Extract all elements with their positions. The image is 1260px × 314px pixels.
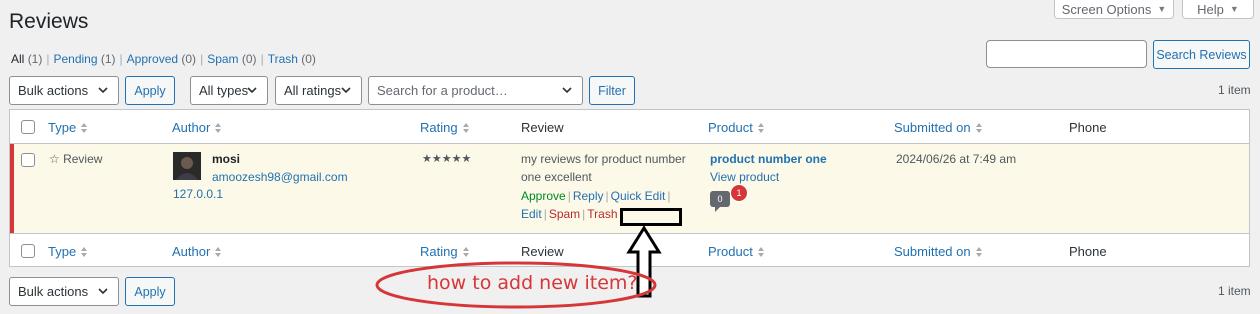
column-product[interactable]: Product (708, 120, 765, 135)
trash-link[interactable]: Trash (587, 207, 617, 221)
column-rating[interactable]: Rating (420, 120, 470, 135)
pending-count-badge: 1 (730, 184, 748, 202)
sort-icon (81, 122, 88, 133)
bulk-actions-select-bottom[interactable]: Bulk actions (9, 277, 119, 306)
author-ip-link[interactable]: 127.0.0.1 (173, 185, 223, 203)
type-filter-select[interactable]: All types (190, 76, 268, 105)
column-review: Review (521, 120, 564, 135)
approved-count-bubble[interactable]: 0 (710, 191, 730, 212)
view-trash[interactable]: Trash (0) (268, 52, 316, 66)
review-text-line2: one excellent (521, 170, 592, 184)
bulk-actions-value: Bulk actions (18, 284, 89, 299)
column-phone: Phone (1069, 120, 1107, 135)
page-title: Reviews (9, 10, 89, 33)
view-pending[interactable]: Pending (1) (53, 52, 115, 66)
product-search-placeholder: Search for a product… (377, 83, 508, 98)
select-all-checkbox-footer[interactable] (21, 244, 35, 258)
view-all[interactable]: All (1) (11, 52, 42, 66)
caret-down-icon: ▼ (1229, 3, 1239, 14)
caret-down-icon: ▼ (1157, 3, 1167, 14)
chevron-down-icon (341, 87, 351, 94)
select-all-checkbox[interactable] (21, 120, 35, 134)
view-approved[interactable]: Approved (0) (127, 52, 196, 66)
rating-filter-select[interactable]: All ratings (275, 76, 362, 105)
row-actions-line1: Approve | Reply | Quick Edit | (521, 189, 671, 203)
product-search-select[interactable]: Search for a product… (368, 76, 583, 105)
items-count-top: 1 item (1218, 83, 1251, 97)
column-submitted[interactable]: Submitted on (894, 120, 983, 135)
annotation-question: how to add new item? (427, 272, 638, 294)
filter-button[interactable]: Filter (589, 76, 635, 105)
search-reviews-button[interactable]: Search Reviews (1153, 40, 1250, 69)
column-rating-footer[interactable]: Rating (420, 244, 470, 259)
sort-icon (215, 122, 222, 133)
avatar (173, 152, 201, 180)
items-count-bottom: 1 item (1218, 284, 1251, 298)
chevron-down-icon (98, 87, 108, 94)
row-checkbox[interactable] (21, 153, 35, 167)
column-product-footer[interactable]: Product (708, 244, 765, 259)
sort-icon (215, 246, 222, 257)
submitted-on: 2024/06/26 at 7:49 am (896, 152, 1017, 166)
table-header: Type Author Rating Review Product Submit… (10, 110, 1249, 144)
sort-icon (757, 246, 764, 257)
column-type-footer[interactable]: Type (48, 244, 88, 259)
chevron-down-icon (562, 87, 572, 94)
bulk-actions-select[interactable]: Bulk actions (9, 76, 119, 105)
sort-icon (975, 122, 982, 133)
type-filter-value: All types (199, 83, 249, 98)
rating-stars: ★★★★★ (422, 153, 472, 165)
chevron-down-icon (247, 87, 257, 94)
annotation-highlight-box (620, 208, 682, 226)
review-text-line1: my reviews for product number (521, 152, 686, 166)
status-views: All (1) | Pending (1) | Approved (0) | Spam (0… (11, 52, 316, 66)
product-name-link[interactable]: product number one (710, 150, 827, 168)
apply-button-bottom[interactable]: Apply (125, 277, 175, 306)
reply-link[interactable]: Reply (573, 189, 604, 203)
bulk-actions-value: Bulk actions (18, 83, 89, 98)
search-input[interactable] (986, 40, 1147, 68)
column-review-footer: Review (521, 244, 564, 259)
column-type[interactable]: Type (48, 120, 88, 135)
sort-icon (462, 246, 469, 257)
author-name: mosi (212, 152, 241, 166)
view-product-link[interactable]: View product (710, 168, 779, 186)
author-email-link[interactable]: amoozesh98@gmail.com (212, 168, 348, 186)
review-type: ☆ Review (49, 152, 103, 166)
apply-button-top[interactable]: Apply (125, 76, 175, 105)
column-author[interactable]: Author (172, 120, 222, 135)
sort-icon (462, 122, 469, 133)
column-submitted-footer[interactable]: Submitted on (894, 244, 983, 259)
column-phone-footer: Phone (1069, 244, 1107, 259)
screen-options-button[interactable]: Screen Options ▼ (1054, 0, 1174, 19)
column-author-footer[interactable]: Author (172, 244, 222, 259)
screen-options-label: Screen Options (1061, 1, 1152, 17)
spam-link[interactable]: Spam (549, 207, 580, 221)
row-actions-line2: Edit | Spam | Trash (521, 207, 618, 221)
sort-icon (81, 246, 88, 257)
chevron-down-icon (98, 288, 108, 295)
approve-link[interactable]: Approve (521, 189, 566, 203)
rating-filter-value: All ratings (284, 83, 342, 98)
edit-link[interactable]: Edit (521, 207, 542, 221)
sort-icon (975, 246, 982, 257)
quick-edit-link[interactable]: Quick Edit (611, 189, 666, 203)
help-label: Help (1197, 1, 1224, 17)
sort-icon (757, 122, 764, 133)
view-spam[interactable]: Spam (0) (207, 52, 256, 66)
help-button[interactable]: Help ▼ (1182, 0, 1254, 19)
